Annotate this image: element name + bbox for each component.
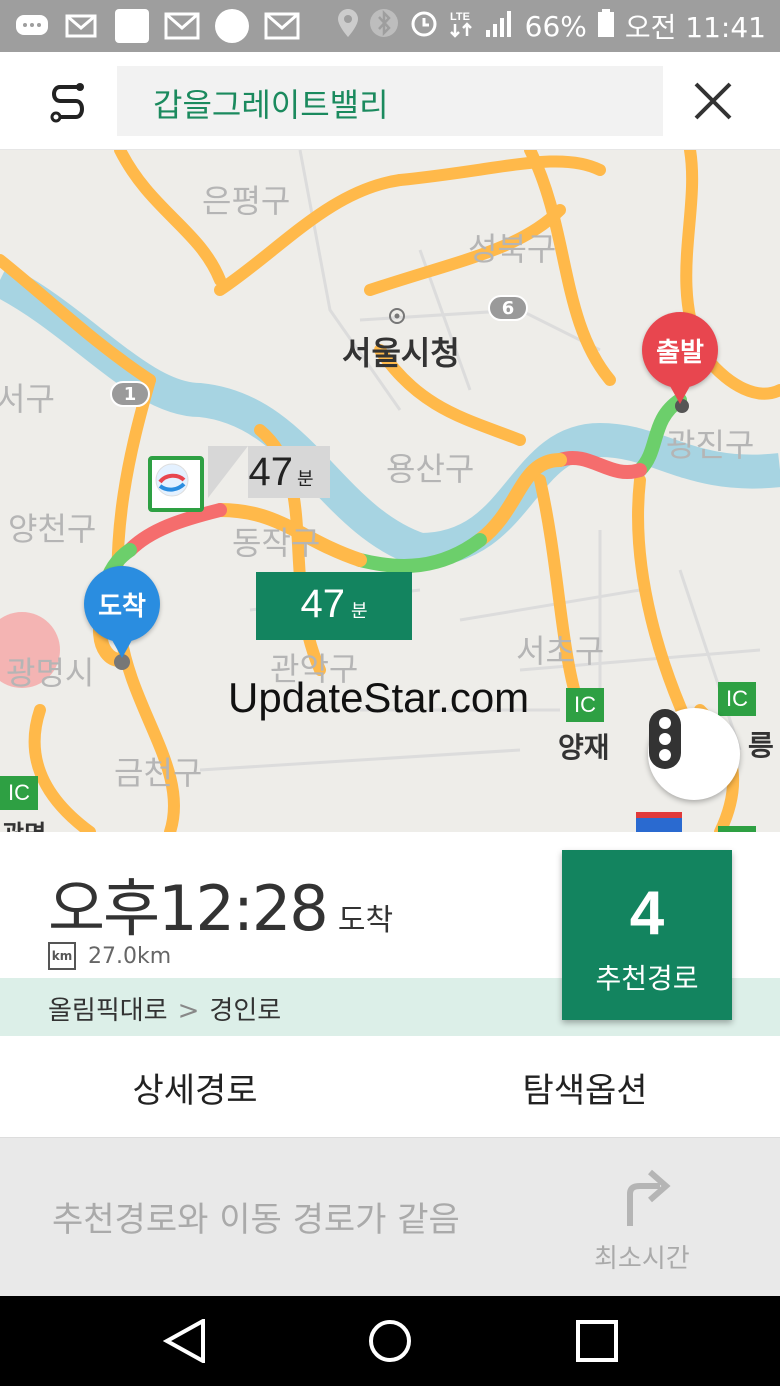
alt-route-unit: 분 (296, 469, 314, 490)
signal-icon (485, 8, 515, 45)
route-tabs: 상세경로 탐색옵션 (0, 1036, 780, 1138)
home-icon[interactable] (365, 1316, 415, 1366)
traffic-light-icon (649, 709, 681, 769)
message-icon (14, 11, 50, 41)
system-nav-bar (0, 1296, 780, 1386)
status-bar: LTE 66% 오전 11:41 (0, 0, 780, 52)
via-road-1: 올림픽대로 (48, 996, 168, 1026)
map-label-seo: 서구 (0, 380, 55, 418)
turn-right-arrow-icon[interactable] (620, 1168, 672, 1228)
ic-badge-right: IC (718, 682, 756, 716)
ic-badge-left: IC (0, 776, 38, 810)
via-road-2: 경인로 (209, 996, 282, 1026)
map-label-yangcheon: 양천구 (8, 510, 97, 548)
clock: 오전 11:41 (624, 11, 766, 44)
gmail-icon (164, 11, 200, 41)
distance-value: 27.0km (88, 943, 172, 969)
alt-route-minutes: 47 (248, 450, 293, 494)
traffic-light-button[interactable] (648, 708, 740, 800)
map-label-partial-right: 릉 (748, 729, 774, 762)
map-label-partial-left: 광명 (2, 814, 46, 832)
alarm-icon (409, 8, 439, 45)
tab-search-options[interactable]: 탐색옵션 (390, 1036, 780, 1138)
map-label-yangjae: 양재 (558, 731, 610, 764)
recents-icon[interactable] (572, 1316, 622, 1366)
map-label-gwangjin: 광진구 (666, 426, 755, 464)
map-label-city-hall: 서울시청 (342, 334, 460, 372)
end-pin[interactable]: 도착 (84, 566, 160, 658)
battery-icon (597, 8, 615, 45)
map-label-yongsan: 용산구 (386, 450, 475, 488)
via-separator: > (177, 996, 200, 1026)
map-label-seocho: 서초구 (516, 632, 605, 670)
recommended-label: 추천경로 (595, 962, 699, 995)
route-note: 추천경로와 이동 경로가 같음 (52, 1200, 460, 1240)
route-icon[interactable] (40, 76, 96, 128)
map-view[interactable]: 은평구 성북구 서구 양천구 동작구 관악구 금천구 서초구 광진구 용산구 광… (0, 150, 780, 832)
alt-route-time-badge[interactable]: 47 분 (208, 446, 330, 498)
battery-percent: 66% (524, 9, 587, 43)
search-header: 갑을그레이트밸리 (0, 52, 780, 150)
fastest-label[interactable]: 최소시간 (594, 1238, 690, 1275)
watermark: UpdateStar.com (228, 674, 530, 721)
route-note-area: 추천경로와 이동 경로가 같음 최소시간 (0, 1138, 780, 1296)
via-roads: 올림픽대로 > 경인로 (48, 990, 281, 1027)
circle-app-icon (214, 9, 250, 43)
eta: 오후12:28 도착 (48, 858, 393, 948)
search-query: 갑을그레이트밸리 (153, 86, 389, 124)
map-label-seongbuk: 성북구 (468, 230, 557, 268)
close-icon[interactable] (688, 76, 738, 126)
eta-label: 도착 (337, 903, 394, 938)
tab-detail-route[interactable]: 상세경로 (0, 1036, 390, 1138)
lte-icon: LTE (449, 8, 475, 45)
recommended-route-card[interactable]: 4 추천경로 (562, 850, 732, 1020)
map-label-gwangmyeong: 광명시 (6, 654, 95, 692)
eta-time: 오후12:28 (48, 872, 329, 945)
map-label-geumcheon: 금천구 (114, 754, 203, 792)
back-icon[interactable] (160, 1316, 210, 1366)
highway-shield-6: 6 (488, 295, 528, 321)
highway-shield-1: 1 (110, 381, 150, 407)
email-check-icon (64, 11, 100, 41)
route-summary-panel: 오후12:28 도착 km 27.0km 올림픽대로 > 경인로 4 추천경로 상세… (0, 832, 780, 1296)
search-input[interactable]: 갑을그레이트밸리 (117, 66, 663, 136)
recommended-count: 4 (629, 879, 665, 948)
distance: km 27.0km (48, 942, 171, 970)
start-pin[interactable]: 출발 (642, 312, 718, 404)
km-icon: km (48, 942, 76, 970)
blank-app-icon (114, 9, 150, 43)
main-route-time-badge[interactable]: 47 분 (256, 572, 412, 640)
destination-poi-icon[interactable] (148, 456, 204, 512)
location-icon (337, 8, 359, 45)
gmail-icon-2 (264, 11, 300, 41)
map-label-dongjak: 동작구 (232, 524, 321, 562)
ic-badge-yangjae: IC (566, 688, 604, 722)
svg-text:LTE: LTE (450, 11, 470, 23)
main-route-unit: 분 (350, 601, 368, 622)
main-route-minutes: 47 (300, 582, 345, 626)
map-label-eunpyeong: 은평구 (202, 182, 291, 220)
bluetooth-icon (369, 8, 399, 45)
